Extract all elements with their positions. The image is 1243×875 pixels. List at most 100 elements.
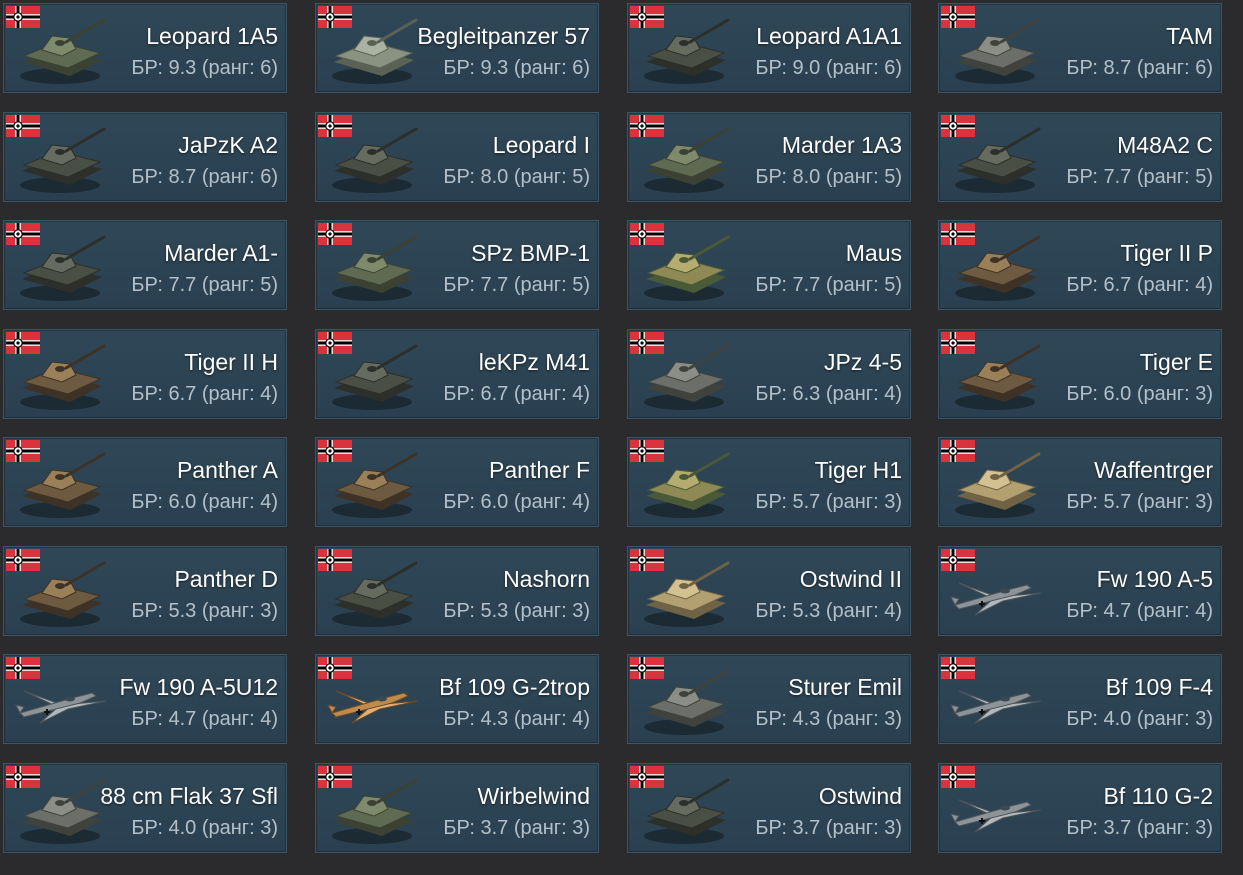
vehicle-battle-rating: БР: 6.0 (ранг: 4) xyxy=(131,491,278,513)
vehicle-name: Ostwind xyxy=(818,783,902,809)
vehicle-battle-rating: БР: 4.7 (ранг: 4) xyxy=(1066,600,1213,622)
vehicle-name: SPz BMP-1 xyxy=(471,240,590,266)
vehicle-card[interactable]: Tiger E БР: 6.0 (ранг: 3) xyxy=(938,329,1222,419)
german-flag-icon xyxy=(630,115,664,137)
german-flag-icon xyxy=(6,440,40,462)
vehicle-name: Maus xyxy=(845,240,902,266)
vehicle-card[interactable]: Tiger II P БР: 6.7 (ранг: 4) xyxy=(938,220,1222,310)
vehicle-battle-rating: БР: 9.3 (ранг: 6) xyxy=(131,57,278,79)
german-flag-icon xyxy=(6,549,40,571)
german-flag-icon xyxy=(630,657,664,679)
vehicle-battle-rating: БР: 6.0 (ранг: 4) xyxy=(443,491,590,513)
vehicle-card[interactable]: Fw 190 A-5U12 БР: 4.7 (ранг: 4) xyxy=(3,654,287,744)
vehicle-card[interactable]: leKPz M41 БР: 6.7 (ранг: 4) xyxy=(315,329,599,419)
vehicle-name: M48A2 C xyxy=(1117,132,1213,158)
vehicle-card[interactable]: 88 cm Flak 37 Sfl БР: 4.0 (ранг: 3) xyxy=(3,763,287,853)
vehicle-card[interactable]: Sturer Emil БР: 4.3 (ранг: 3) xyxy=(627,654,911,744)
german-flag-icon xyxy=(318,223,352,245)
vehicle-name: leKPz M41 xyxy=(478,349,590,375)
vehicle-name: Tiger II P xyxy=(1120,240,1213,266)
vehicle-battle-rating: БР: 5.7 (ранг: 3) xyxy=(755,491,902,513)
german-flag-icon xyxy=(941,766,975,788)
vehicle-name: Panther F xyxy=(489,457,590,483)
vehicle-card[interactable]: Bf 109 F-4 БР: 4.0 (ранг: 3) xyxy=(938,654,1222,744)
vehicle-card[interactable]: Waffentrger БР: 5.7 (ранг: 3) xyxy=(938,437,1222,527)
vehicle-battle-rating: БР: 3.7 (ранг: 3) xyxy=(1066,817,1213,839)
vehicle-battle-rating: БР: 4.7 (ранг: 4) xyxy=(131,708,278,730)
vehicle-name: Ostwind II xyxy=(799,566,902,592)
vehicle-battle-rating: БР: 4.3 (ранг: 3) xyxy=(755,708,902,730)
german-flag-icon xyxy=(6,6,40,28)
german-flag-icon xyxy=(941,6,975,28)
vehicle-card[interactable]: Nashorn БР: 5.3 (ранг: 3) xyxy=(315,546,599,636)
vehicle-card[interactable]: Panther D БР: 5.3 (ранг: 3) xyxy=(3,546,287,636)
vehicle-card[interactable]: JaPzK A2 БР: 8.7 (ранг: 6) xyxy=(3,112,287,202)
vehicle-card[interactable]: Leopard A1A1 БР: 9.0 (ранг: 6) xyxy=(627,3,911,93)
vehicle-battle-rating: БР: 8.0 (ранг: 5) xyxy=(443,166,590,188)
vehicle-battle-rating: БР: 3.7 (ранг: 3) xyxy=(755,817,902,839)
vehicle-name: 88 cm Flak 37 Sfl xyxy=(100,783,278,809)
german-flag-icon xyxy=(6,223,40,245)
german-flag-icon xyxy=(6,115,40,137)
vehicle-card[interactable]: Fw 190 A-5 БР: 4.7 (ранг: 4) xyxy=(938,546,1222,636)
vehicle-name: Tiger II H xyxy=(184,349,278,375)
vehicle-battle-rating: БР: 6.7 (ранг: 4) xyxy=(1066,274,1213,296)
vehicle-card[interactable]: Ostwind II БР: 5.3 (ранг: 4) xyxy=(627,546,911,636)
vehicle-card[interactable]: M48A2 C БР: 7.7 (ранг: 5) xyxy=(938,112,1222,202)
german-flag-icon xyxy=(941,332,975,354)
vehicle-card[interactable]: TAM БР: 8.7 (ранг: 6) xyxy=(938,3,1222,93)
vehicle-card[interactable]: SPz BMP-1 БР: 7.7 (ранг: 5) xyxy=(315,220,599,310)
vehicle-card[interactable]: Wirbelwind БР: 3.7 (ранг: 3) xyxy=(315,763,599,853)
vehicle-card[interactable]: Begleitpanzer 57 БР: 9.3 (ранг: 6) xyxy=(315,3,599,93)
vehicle-battle-rating: БР: 7.7 (ранг: 5) xyxy=(755,274,902,296)
vehicle-name: Begleitpanzer 57 xyxy=(417,23,590,49)
german-flag-icon xyxy=(318,657,352,679)
vehicle-battle-rating: БР: 8.0 (ранг: 5) xyxy=(755,166,902,188)
german-flag-icon xyxy=(941,223,975,245)
vehicle-card[interactable]: Maus БР: 7.7 (ранг: 5) xyxy=(627,220,911,310)
vehicle-battle-rating: БР: 4.0 (ранг: 3) xyxy=(1066,708,1213,730)
vehicle-battle-rating: БР: 5.3 (ранг: 3) xyxy=(443,600,590,622)
vehicle-name: Leopard A1A1 xyxy=(756,23,902,49)
vehicle-battle-rating: БР: 6.3 (ранг: 4) xyxy=(755,383,902,405)
vehicle-card[interactable]: Marder A1- БР: 7.7 (ранг: 5) xyxy=(3,220,287,310)
german-flag-icon xyxy=(630,332,664,354)
german-flag-icon xyxy=(630,6,664,28)
vehicle-battle-rating: БР: 5.3 (ранг: 3) xyxy=(131,600,278,622)
vehicle-name: Bf 110 G-2 xyxy=(1103,783,1213,809)
vehicle-name: Panther A xyxy=(176,457,278,483)
vehicle-battle-rating: БР: 4.0 (ранг: 3) xyxy=(131,817,278,839)
vehicle-name: Marder A1- xyxy=(164,240,278,266)
vehicle-card[interactable]: Leopard I БР: 8.0 (ранг: 5) xyxy=(315,112,599,202)
vehicle-name: Leopard I xyxy=(492,132,590,158)
german-flag-icon xyxy=(318,549,352,571)
vehicle-card[interactable]: Panther F БР: 6.0 (ранг: 4) xyxy=(315,437,599,527)
vehicle-card[interactable]: JPz 4-5 БР: 6.3 (ранг: 4) xyxy=(627,329,911,419)
vehicle-name: Fw 190 A-5 xyxy=(1096,566,1213,592)
german-flag-icon xyxy=(6,332,40,354)
german-flag-icon xyxy=(318,332,352,354)
vehicle-card[interactable]: Leopard 1A5 БР: 9.3 (ранг: 6) xyxy=(3,3,287,93)
german-flag-icon xyxy=(941,549,975,571)
vehicle-battle-rating: БР: 7.7 (ранг: 5) xyxy=(443,274,590,296)
vehicle-name: TAM xyxy=(1166,23,1213,49)
german-flag-icon xyxy=(941,440,975,462)
vehicle-card[interactable]: Tiger H1 БР: 5.7 (ранг: 3) xyxy=(627,437,911,527)
vehicle-card[interactable]: Bf 110 G-2 БР: 3.7 (ранг: 3) xyxy=(938,763,1222,853)
vehicle-battle-rating: БР: 9.0 (ранг: 6) xyxy=(755,57,902,79)
vehicle-card[interactable]: Ostwind БР: 3.7 (ранг: 3) xyxy=(627,763,911,853)
vehicle-name: JaPzK A2 xyxy=(178,132,278,158)
german-flag-icon xyxy=(630,549,664,571)
vehicle-name: Nashorn xyxy=(503,566,590,592)
vehicle-battle-rating: БР: 3.7 (ранг: 3) xyxy=(443,817,590,839)
vehicle-card[interactable]: Tiger II H БР: 6.7 (ранг: 4) xyxy=(3,329,287,419)
vehicle-card[interactable]: Bf 109 G-2trop БР: 4.3 (ранг: 4) xyxy=(315,654,599,744)
vehicle-battle-rating: БР: 9.3 (ранг: 6) xyxy=(443,57,590,79)
vehicle-battle-rating: БР: 5.7 (ранг: 3) xyxy=(1066,491,1213,513)
german-flag-icon xyxy=(318,766,352,788)
vehicle-card[interactable]: Panther A БР: 6.0 (ранг: 4) xyxy=(3,437,287,527)
vehicle-battle-rating: БР: 5.3 (ранг: 4) xyxy=(755,600,902,622)
vehicle-card[interactable]: Marder 1A3 БР: 8.0 (ранг: 5) xyxy=(627,112,911,202)
german-flag-icon xyxy=(318,115,352,137)
vehicle-name: JPz 4-5 xyxy=(824,349,902,375)
